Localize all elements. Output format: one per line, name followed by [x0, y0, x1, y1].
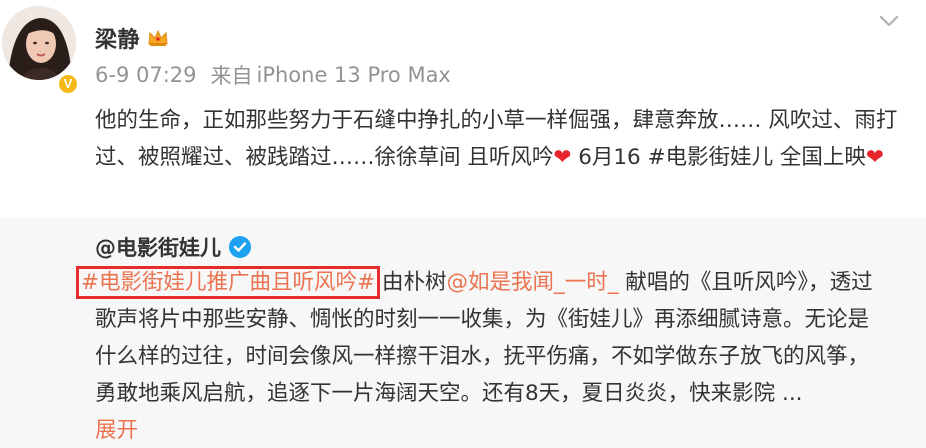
- heart-icon: ❤: [865, 145, 884, 170]
- post-text: 他的生命，正如那些努力于石缝中挣扎的小草一样倔强，肆意奔放…… 风吹过、雨打过、…: [95, 102, 917, 176]
- weibo-post: V 梁静 6-9 07:29 来自 iPhone 13 Pro Max 他的生命…: [0, 0, 926, 215]
- avatar[interactable]: [2, 6, 76, 80]
- avatar-image: [2, 6, 76, 80]
- author-row: 梁静: [95, 22, 169, 54]
- verified-blue-icon: [229, 236, 251, 258]
- topic-hashtag-link[interactable]: #电影街娃儿推广曲且听风吟#: [76, 266, 381, 299]
- repost-author[interactable]: @电影街娃儿: [95, 232, 221, 262]
- author-name[interactable]: 梁静: [95, 22, 140, 54]
- post-meta: 6-9 07:29 来自 iPhone 13 Pro Max: [95, 60, 451, 90]
- repost-text-a: 由朴树: [382, 270, 447, 295]
- reposted-content: @电影街娃儿 #电影街娃儿推广曲且听风吟# 由朴树@如是我闻_一时_ 献唱的《且听…: [0, 218, 926, 448]
- expand-link[interactable]: 展开: [95, 418, 138, 443]
- verified-v-icon: V: [57, 73, 79, 95]
- source-label: 来自: [210, 64, 253, 88]
- repost-text: #电影街娃儿推广曲且听风吟# 由朴树@如是我闻_一时_ 献唱的《且听风吟》，透过歌…: [76, 264, 890, 448]
- repost-author-row: @电影街娃儿: [95, 232, 251, 262]
- timestamp[interactable]: 6-9 07:29: [95, 63, 197, 87]
- heart-icon: ❤: [553, 145, 572, 170]
- post-text-part2: 6月16 #电影街娃儿 全国上映: [571, 145, 866, 170]
- chevron-down-icon[interactable]: [878, 12, 900, 30]
- device-source: iPhone 13 Pro Max: [256, 63, 451, 87]
- mention-link[interactable]: @如是我闻_一时_: [447, 270, 619, 295]
- crown-icon: [147, 28, 169, 48]
